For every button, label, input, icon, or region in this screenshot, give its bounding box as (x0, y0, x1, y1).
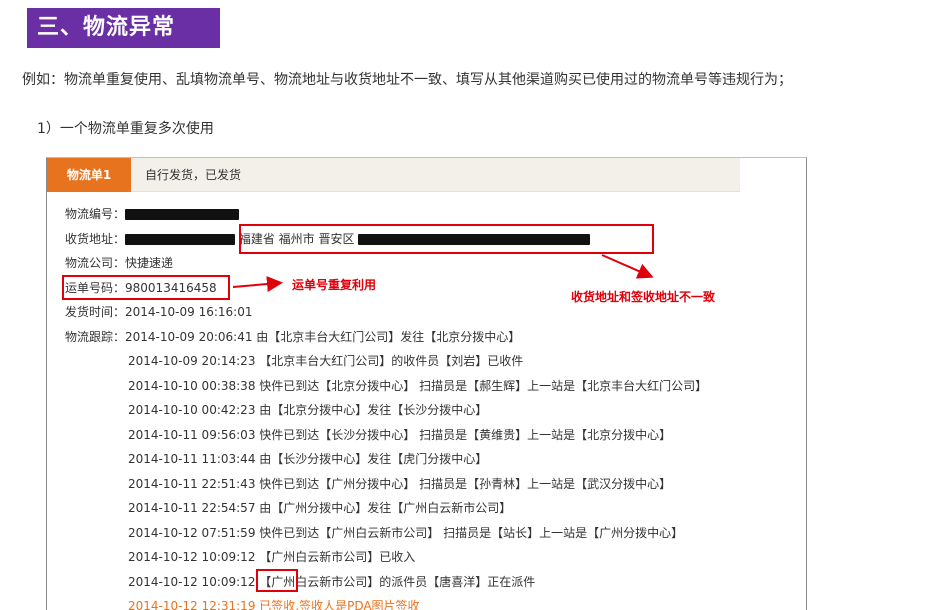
waybill-arrow (232, 276, 283, 293)
address-arrow (601, 254, 654, 279)
annotation-arrows (232, 254, 654, 293)
section-title: 三、物流异常 (27, 8, 220, 48)
annotation-waybill-reused: 运单号重复利用 (292, 278, 377, 292)
logistics-screenshot: 物流单1 自行发货，已发货 物流编号： 收货地址： 福建省 福州市 晋安区 物流… (46, 157, 807, 610)
annotation-address-mismatch: 收货地址和签收地址不一致 (571, 290, 716, 304)
intro-text: 例如：物流单重复使用、乱填物流单号、物流地址与收货地址不一致、填写从其他渠道购买… (22, 72, 792, 88)
subheading: 1）一个物流单重复多次使用 (37, 121, 214, 137)
